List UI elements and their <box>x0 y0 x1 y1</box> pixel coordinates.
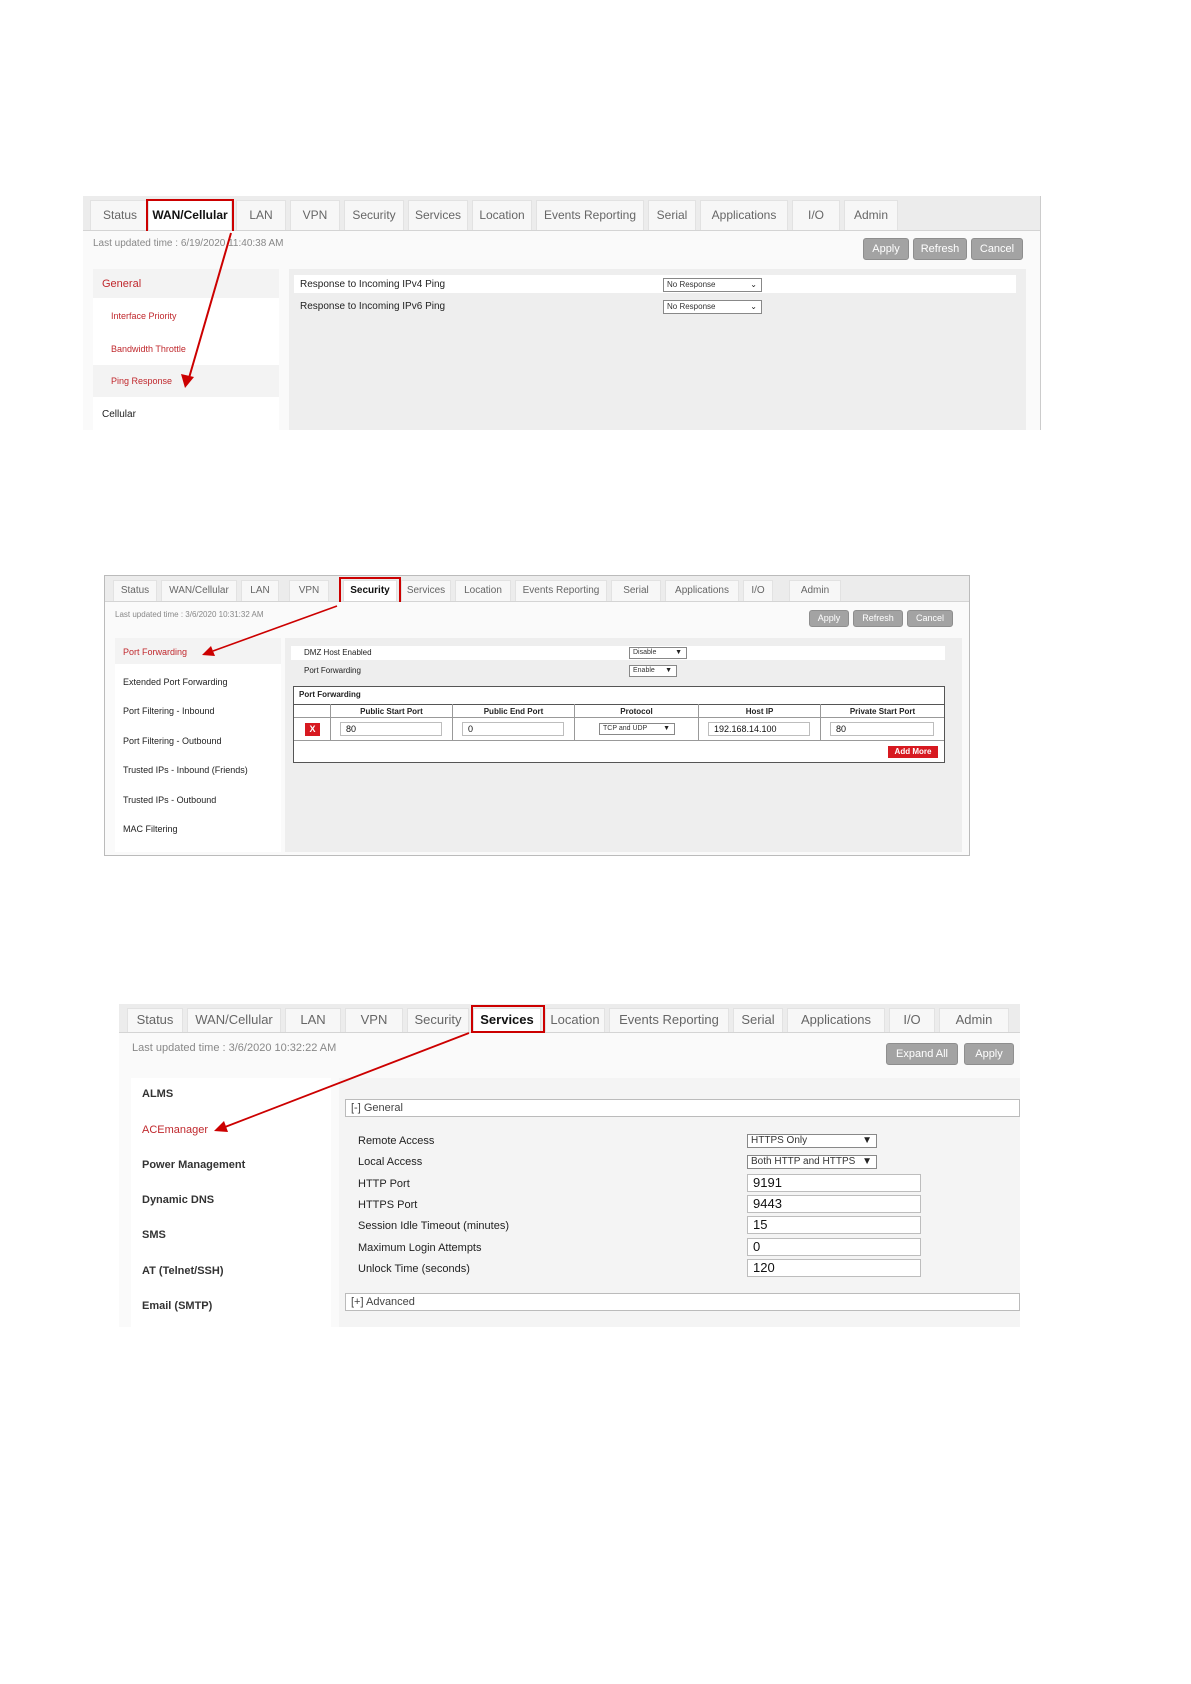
screenshot-wan-cellular: Status WAN/Cellular LAN VPN Security Ser… <box>83 196 1041 430</box>
annotation-arrow <box>214 1032 470 1132</box>
screenshot-security: Status WAN/Cellular LAN VPN Security Ser… <box>104 575 970 856</box>
annotation-arrow <box>202 605 338 656</box>
screenshot-services: Status WAN/Cellular LAN VPN Security Ser… <box>119 1004 1020 1327</box>
annotation-arrow <box>181 232 232 388</box>
